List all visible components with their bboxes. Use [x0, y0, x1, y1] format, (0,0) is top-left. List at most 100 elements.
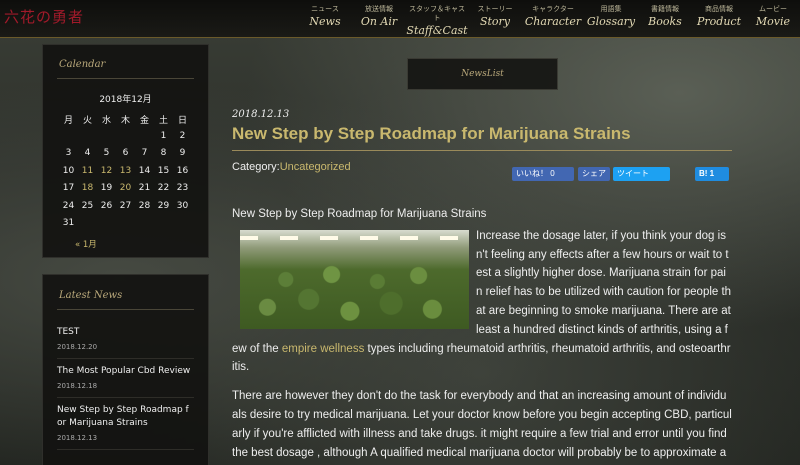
content-heading: New Step by Step Roadmap for Marijuana S… — [232, 208, 487, 220]
site-header: 六花の勇者 ニュース News 放送情報 On Air スタッフ＆キャスト Staff… — [0, 0, 800, 38]
calendar-day: 9 — [179, 148, 186, 159]
calendar-empty-cell — [78, 215, 97, 233]
calendar-day: 6 — [122, 148, 129, 159]
nav-story-jp: ストーリー — [477, 5, 513, 13]
calendar-day: 1 — [160, 130, 167, 141]
post-content: New Step by Step Roadmap for Marijuana S… — [232, 205, 732, 465]
empire-wellness-link[interactable]: empire wellness — [282, 343, 364, 355]
post-date: 2018.12.13 — [232, 109, 290, 120]
calendar-day[interactable]: 20 — [116, 180, 135, 198]
calendar-weekday: 月 — [63, 115, 73, 126]
nav-product[interactable]: 商品情報 Product — [692, 0, 746, 38]
calendar-caption: 2018年12月 — [99, 95, 152, 105]
calendar-day: 10 — [62, 165, 75, 176]
news-item-date: 2018.12.13 — [57, 434, 98, 442]
nav-books-jp: 書籍情報 — [651, 5, 679, 13]
nav-glossary-jp: 用語集 — [600, 5, 622, 13]
calendar-day[interactable]: 18 — [78, 180, 97, 198]
calendar-empty-cell — [97, 215, 116, 233]
section-label: NewsList — [407, 58, 558, 90]
nav-movie[interactable]: ムービー Movie — [746, 0, 800, 38]
nav-glossary-label: Glossary — [586, 15, 636, 28]
calendar-day: 28 — [138, 200, 151, 211]
main-nav: ニュース News 放送情報 On Air スタッフ＆キャスト Staff&Cast … — [298, 0, 800, 38]
calendar-day: 29 — [157, 200, 170, 211]
calendar-day: 23 — [176, 183, 189, 194]
hatena-bookmark-button[interactable]: B! 1 — [695, 167, 729, 181]
news-item[interactable]: The Most Popular Cbd Review 2018.12.18 — [57, 359, 194, 398]
calendar-empty-cell — [116, 127, 135, 145]
nav-on-air-label: On Air — [360, 15, 398, 28]
calendar-day: 17 — [62, 183, 75, 194]
calendar-empty-cell — [59, 127, 78, 145]
nav-character-label: Character — [524, 15, 582, 28]
calendar-empty-cell — [154, 215, 173, 233]
calendar-day: 3 — [65, 148, 72, 159]
facebook-like-button[interactable]: いいね！ 0 — [512, 167, 574, 181]
calendar-weekday: 日 — [177, 115, 187, 126]
category-label: Category: — [232, 161, 280, 173]
nav-staff-cast[interactable]: スタッフ＆キャスト Staff&Cast — [406, 0, 468, 38]
calendar-day[interactable]: 12 — [97, 162, 116, 180]
nav-on-air[interactable]: 放送情報 On Air — [352, 0, 406, 38]
calendar-day: 22 — [157, 183, 170, 194]
news-item-title[interactable]: New Step by Step Roadmap for Marijuana S… — [57, 404, 194, 430]
nav-on-air-jp: 放送情報 — [365, 5, 393, 13]
calendar-day: 7 — [141, 148, 148, 159]
nav-story[interactable]: ストーリー Story — [468, 0, 522, 38]
latest-news-list: TEST 2018.12.20 The Most Popular Cbd Rev… — [43, 320, 208, 450]
calendar-title: Calendar — [59, 59, 106, 70]
latest-news-widget: Latest News TEST 2018.12.20 The Most Pop… — [42, 274, 209, 465]
calendar-weekday: 火 — [82, 115, 92, 126]
calendar-day: 4 — [84, 148, 91, 159]
nav-movie-label: Movie — [755, 15, 791, 28]
news-item[interactable]: TEST 2018.12.20 — [57, 320, 194, 359]
divider — [57, 78, 194, 79]
calendar-day: 24 — [62, 200, 75, 211]
latest-news-title: Latest News — [59, 290, 123, 301]
facebook-share-button[interactable]: シェア — [578, 167, 610, 181]
post-category: Category:Uncategorized — [232, 161, 351, 173]
calendar-empty-cell — [173, 215, 192, 233]
nav-news-label: News — [309, 15, 341, 28]
calendar-day: 14 — [138, 165, 151, 176]
nav-character[interactable]: キャラクター Character — [522, 0, 584, 38]
calendar-empty-cell — [135, 127, 154, 145]
calendar-day: 26 — [100, 200, 113, 211]
nav-books[interactable]: 書籍情報 Books — [638, 0, 692, 38]
nav-story-label: Story — [479, 15, 511, 28]
calendar-day[interactable]: 11 — [78, 162, 97, 180]
calendar-weekday: 土 — [158, 115, 168, 126]
news-item-date: 2018.12.18 — [57, 382, 98, 390]
news-item[interactable]: New Step by Step Roadmap for Marijuana S… — [57, 398, 194, 450]
post-title[interactable]: New Step by Step Roadmap for Marijuana S… — [232, 124, 732, 144]
calendar-day: 19 — [100, 183, 113, 194]
calendar-weekday: 木 — [120, 115, 130, 126]
news-item-title[interactable]: The Most Popular Cbd Review — [57, 365, 194, 378]
nav-product-label: Product — [697, 15, 741, 28]
calendar-day: 25 — [81, 200, 94, 211]
nav-news[interactable]: ニュース News — [298, 0, 352, 38]
cannabis-grow-room-image — [240, 229, 469, 329]
tweet-button[interactable]: ツイート — [613, 167, 670, 181]
nav-books-label: Books — [648, 15, 682, 28]
content-paragraph: There are however they don't do the task… — [232, 390, 732, 459]
calendar-day: 27 — [119, 200, 132, 211]
calendar-table: 月火水木金土日 1 2 3 4 5 6 7 8 9 10 11 12 13 14 15 16 17 18 19 20 2… — [59, 111, 192, 232]
category-link[interactable]: Uncategorized — [280, 161, 351, 173]
nav-news-jp: ニュース — [311, 5, 339, 13]
nav-product-jp: 商品情報 — [705, 5, 733, 13]
calendar-widget: Calendar 2018年12月 月火水木金土日 1 2 3 4 5 6 7 8 9 10 11 1… — [42, 44, 209, 258]
news-item-date: 2018.12.20 — [57, 343, 98, 351]
nav-glossary[interactable]: 用語集 Glossary — [584, 0, 638, 38]
site-logo[interactable]: 六花の勇者 — [4, 6, 84, 27]
calendar-day[interactable]: 13 — [116, 162, 135, 180]
calendar-prev-month-link[interactable]: « 1月 — [75, 238, 97, 250]
calendar-day: 15 — [157, 165, 170, 176]
calendar-empty-cell — [135, 215, 154, 233]
calendar-empty-cell — [97, 127, 116, 145]
nav-staff-cast-jp: スタッフ＆キャスト — [409, 5, 465, 22]
calendar-day: 5 — [103, 148, 110, 159]
news-item-title[interactable]: TEST — [57, 326, 194, 339]
divider — [232, 150, 732, 151]
